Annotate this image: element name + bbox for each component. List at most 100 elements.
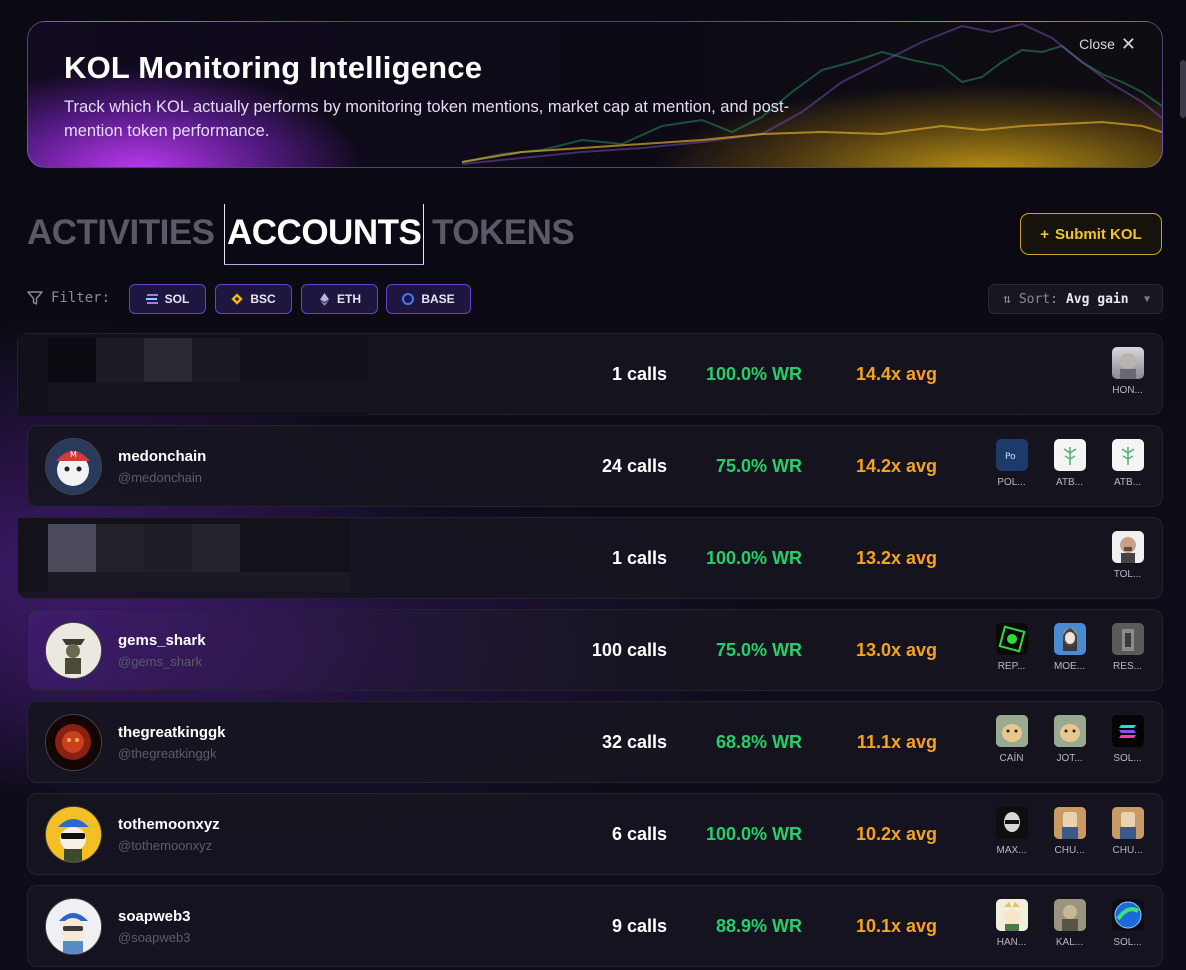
account-row[interactable]: thegreatkinggk @thegreatkinggk 32 calls … bbox=[27, 701, 1163, 783]
account-name[interactable]: thegreatkinggk bbox=[118, 724, 226, 741]
token-list: HAN... KAL... SOL... bbox=[995, 899, 1144, 948]
account-row[interactable]: 1 calls 100.0% WR 14.4x avg HON... bbox=[17, 333, 1163, 416]
scrollbar[interactable] bbox=[1180, 60, 1186, 118]
token-item[interactable]: CAÍN bbox=[995, 715, 1028, 764]
token-image bbox=[1111, 623, 1144, 655]
token-item[interactable]: CHU... bbox=[1111, 807, 1144, 856]
token-item[interactable]: REP... bbox=[995, 623, 1028, 672]
token-item[interactable]: ATB... bbox=[1053, 439, 1086, 488]
filter-chip-sol[interactable]: SOL bbox=[129, 284, 206, 314]
account-row[interactable]: M medonchain @medonchain 24 calls 75.0% … bbox=[27, 425, 1163, 507]
ethereum-icon bbox=[318, 292, 330, 306]
sort-dropdown[interactable]: ⇅ Sort: Avg gain ▼ bbox=[988, 284, 1163, 314]
token-image bbox=[1053, 899, 1086, 931]
token-item[interactable]: MOE... bbox=[1053, 623, 1086, 672]
chip-label: SOL bbox=[164, 292, 190, 306]
token-list: MAX... CHU... CHU... bbox=[995, 807, 1144, 856]
calls-count: 9 calls bbox=[611, 916, 667, 936]
account-row[interactable]: gems_shark @gems_shark 100 calls 75.0% W… bbox=[27, 609, 1163, 691]
avg-gain: 13.0x avg bbox=[855, 640, 937, 660]
account-name[interactable]: tothemoonxyz bbox=[118, 816, 220, 833]
chip-label: ETH bbox=[337, 292, 361, 306]
avg-gain: 11.1x avg bbox=[856, 732, 937, 752]
account-name[interactable]: soapweb3 bbox=[118, 908, 191, 925]
tab-tokens[interactable]: TOKENS bbox=[432, 204, 575, 264]
token-name: REP... bbox=[997, 661, 1026, 672]
token-item[interactable]: TOL... bbox=[1111, 531, 1144, 580]
close-label: Close bbox=[1079, 36, 1115, 52]
account-handle: @thegreatkinggk bbox=[118, 746, 217, 761]
win-rate: 100.0% WR bbox=[705, 548, 802, 568]
tab-accounts[interactable]: ACCOUNTS bbox=[224, 204, 425, 265]
calls-count: 1 calls bbox=[611, 548, 667, 568]
token-item[interactable]: ATB... bbox=[1111, 439, 1144, 488]
token-item[interactable]: HON... bbox=[1111, 347, 1144, 396]
redacted-block bbox=[96, 524, 144, 572]
redacted-block bbox=[48, 338, 96, 382]
info-banner: KOL Monitoring Intelligence Track which … bbox=[27, 21, 1163, 168]
token-name: MAX... bbox=[996, 845, 1027, 856]
token-item[interactable]: SOL... bbox=[1111, 899, 1144, 948]
submit-kol-label: Submit KOL bbox=[1055, 225, 1142, 243]
token-name: KAL... bbox=[1055, 937, 1084, 948]
token-image bbox=[1053, 439, 1086, 471]
close-button[interactable]: Close ✕ bbox=[1079, 34, 1136, 54]
win-rate: 100.0% WR bbox=[705, 824, 802, 844]
account-row[interactable]: 1 calls 100.0% WR 13.2x avg TOL... bbox=[17, 517, 1163, 599]
token-name: JOT... bbox=[1056, 753, 1083, 764]
filter-chip-base[interactable]: BASE bbox=[386, 284, 471, 314]
svg-text:Po: Po bbox=[1005, 452, 1016, 462]
avg-gain: 14.4x avg bbox=[855, 364, 937, 384]
account-name[interactable]: medonchain bbox=[118, 448, 206, 465]
account-name[interactable]: gems_shark bbox=[118, 632, 206, 649]
token-image: Po bbox=[995, 439, 1028, 471]
token-image bbox=[1111, 347, 1144, 379]
redacted-block bbox=[144, 524, 192, 572]
submit-kol-button[interactable]: + Submit KOL bbox=[1020, 213, 1162, 255]
token-item[interactable]: KAL... bbox=[1053, 899, 1086, 948]
sort-label: Sort: bbox=[1018, 291, 1058, 307]
filter-chip-bsc[interactable]: BSC bbox=[215, 284, 292, 314]
filter-chip-eth[interactable]: ETH bbox=[301, 284, 378, 314]
token-name: HON... bbox=[1112, 385, 1143, 396]
token-name: SOL... bbox=[1113, 937, 1142, 948]
token-name: HAN... bbox=[996, 937, 1027, 948]
token-image bbox=[995, 715, 1028, 747]
token-list: REP... MOE... RES... bbox=[995, 623, 1144, 672]
token-item[interactable]: JOT... bbox=[1053, 715, 1086, 764]
avatar bbox=[45, 714, 102, 771]
avg-gain: 10.1x avg bbox=[855, 916, 937, 936]
filter-icon bbox=[27, 291, 43, 305]
token-image bbox=[995, 623, 1028, 655]
account-row[interactable]: tothemoonxyz @tothemoonxyz 6 calls 100.0… bbox=[27, 793, 1163, 875]
plus-icon: + bbox=[1040, 225, 1050, 243]
token-image bbox=[1111, 807, 1144, 839]
token-item[interactable]: MAX... bbox=[995, 807, 1028, 856]
account-row[interactable]: soapweb3 @soapweb3 9 calls 88.9% WR 10.1… bbox=[27, 885, 1163, 967]
tab-activities[interactable]: ACTIVITIES bbox=[27, 204, 215, 264]
token-item[interactable]: SOL... bbox=[1111, 715, 1144, 764]
token-item[interactable]: CHU... bbox=[1053, 807, 1086, 856]
avatar: M bbox=[45, 438, 102, 495]
calls-count: 32 calls bbox=[601, 732, 667, 752]
win-rate: 68.8% WR bbox=[715, 732, 802, 752]
close-icon: ✕ bbox=[1120, 34, 1136, 54]
token-image bbox=[1111, 899, 1144, 931]
redacted-block bbox=[144, 338, 192, 382]
token-item[interactable]: Po POL... bbox=[995, 439, 1028, 488]
chip-label: BASE bbox=[421, 292, 455, 306]
sort-icon: ⇅ bbox=[1003, 291, 1011, 307]
token-image bbox=[1111, 439, 1144, 471]
token-name: CHU... bbox=[1112, 845, 1143, 856]
redacted-block bbox=[48, 382, 368, 412]
filter-label: Filter: bbox=[27, 290, 110, 306]
token-item[interactable]: HAN... bbox=[995, 899, 1028, 948]
token-name: TOL... bbox=[1113, 569, 1142, 580]
sort-value: Avg gain bbox=[1065, 291, 1129, 307]
redacted-block bbox=[96, 338, 144, 382]
token-item[interactable]: RES... bbox=[1111, 623, 1144, 672]
token-name: CAÍN bbox=[999, 753, 1024, 764]
avatar bbox=[45, 806, 102, 863]
calls-count: 1 calls bbox=[611, 364, 667, 384]
token-name: CHU... bbox=[1054, 845, 1085, 856]
